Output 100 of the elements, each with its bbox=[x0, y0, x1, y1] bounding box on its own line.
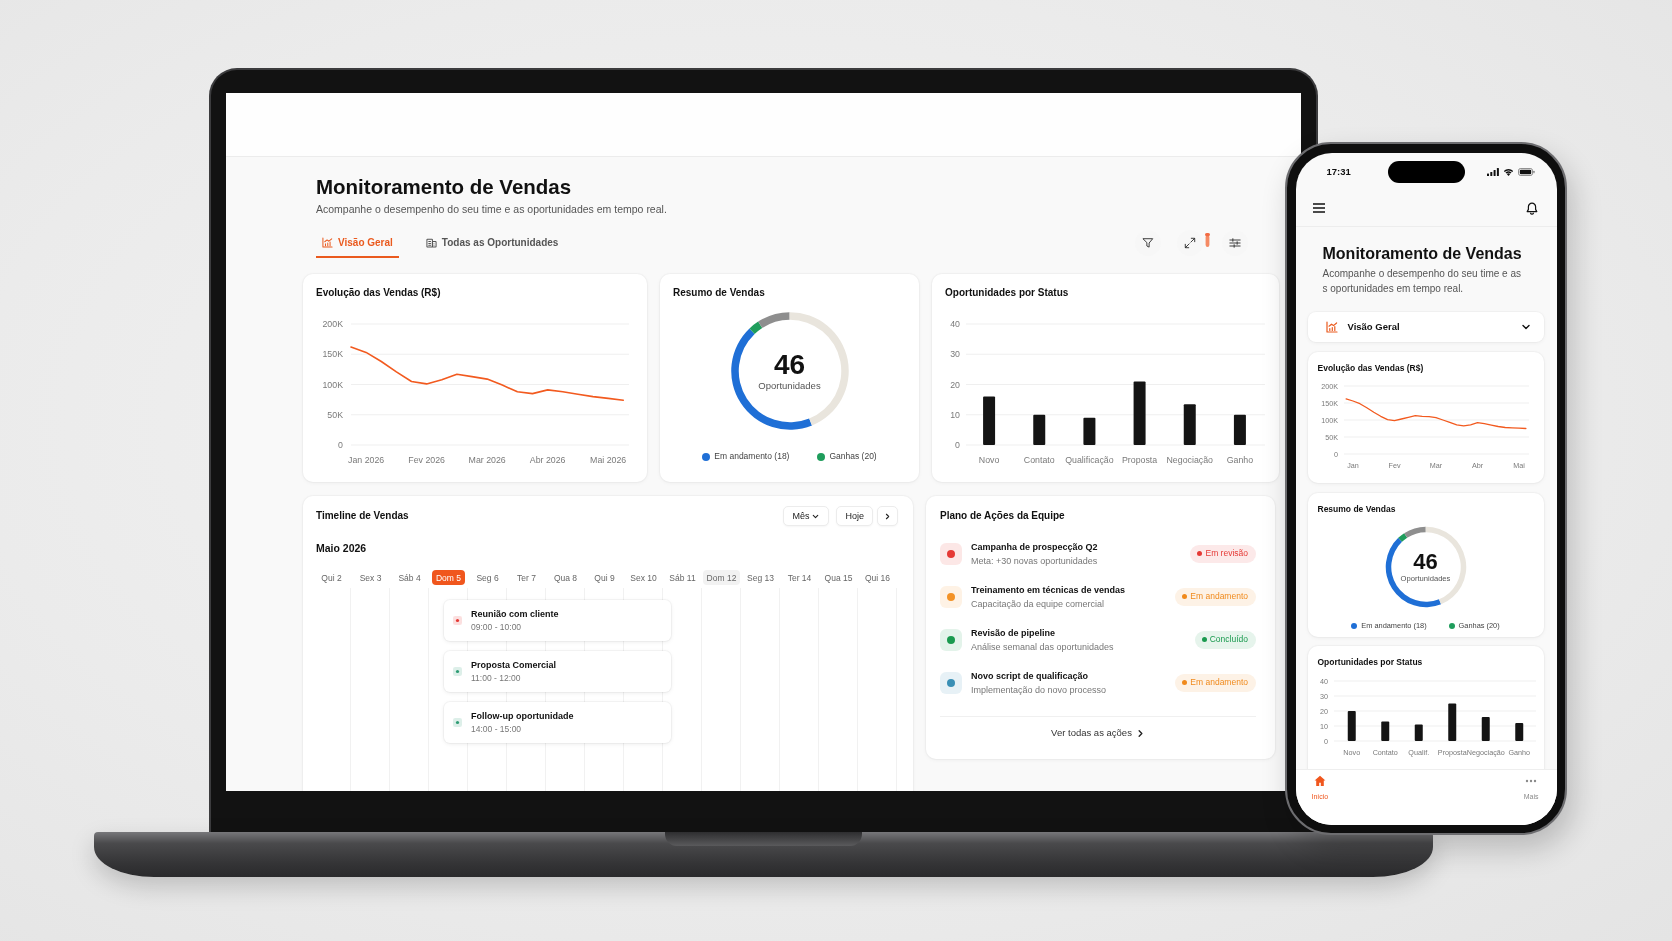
bar bbox=[1183, 404, 1196, 445]
axis-label: Mai 2026 bbox=[590, 455, 627, 465]
day-tab[interactable]: Dom 12 bbox=[702, 570, 741, 585]
day-tab[interactable]: Ter 14 bbox=[783, 570, 816, 585]
day-tab[interactable]: Qui 16 bbox=[860, 570, 894, 585]
event-card[interactable]: Follow-up oportunidade 14:00 - 15:00 bbox=[444, 702, 671, 743]
axis-label: Novo bbox=[978, 455, 1000, 465]
card-title: Evolução das Vendas (R$) bbox=[1316, 362, 1425, 373]
chart-icon bbox=[1325, 320, 1338, 333]
bar bbox=[1347, 710, 1356, 741]
day-tab[interactable]: Sáb 4 bbox=[394, 570, 425, 585]
day-tab[interactable]: Ter 7 bbox=[513, 570, 540, 585]
axis-label: 40 bbox=[950, 319, 960, 329]
bar bbox=[1233, 414, 1246, 445]
card-title: Oportunidades por Status bbox=[945, 287, 1070, 299]
total-value: 46 bbox=[773, 350, 806, 380]
card-title: Timeline de Vendas bbox=[316, 510, 409, 522]
month-label: Maio 2026 bbox=[316, 542, 368, 555]
status-time: 17:31 bbox=[1325, 166, 1352, 177]
action-description: Capacitação da equipe comercial bbox=[971, 597, 1106, 611]
action-title: Treinamento em técnicas de vendas bbox=[971, 583, 1126, 597]
signal-icon bbox=[1486, 167, 1499, 176]
action-description: Meta: +30 novas oportunidades bbox=[971, 554, 1098, 568]
bar bbox=[1514, 722, 1523, 741]
action-title: Campanha de prospecção Q2 bbox=[971, 540, 1098, 554]
bell-icon[interactable] bbox=[1525, 201, 1538, 215]
bar bbox=[1414, 724, 1423, 741]
event-dot-icon bbox=[453, 616, 462, 625]
bar bbox=[1133, 381, 1146, 445]
bar bbox=[1447, 703, 1456, 741]
card-title: Resumo de Vendas bbox=[673, 287, 766, 299]
day-tab[interactable]: Seg 13 bbox=[743, 570, 778, 585]
axis-label: Jan 2026 bbox=[348, 455, 385, 465]
tab[interactable]: Visão Geral bbox=[316, 228, 399, 258]
bar bbox=[1083, 417, 1096, 445]
axis-label: 0 bbox=[338, 440, 343, 450]
home-icon bbox=[1313, 774, 1326, 787]
event-card[interactable]: Reunião com cliente 09:00 - 10:00 bbox=[444, 600, 671, 641]
legend-label: Em andamento (18) bbox=[714, 451, 790, 462]
legend-label: Ganhas (20) bbox=[829, 451, 877, 462]
battery-icon bbox=[1517, 167, 1535, 176]
day-tab[interactable]: Qua 15 bbox=[820, 570, 857, 585]
day-tab[interactable]: Dom 5 bbox=[431, 570, 465, 585]
event-title: Follow-up oportunidade bbox=[471, 709, 574, 723]
day-tab[interactable]: Qua 8 bbox=[549, 570, 582, 585]
card-title: Evolução das Vendas (R$) bbox=[316, 287, 442, 299]
status-text: Em andamento bbox=[1190, 677, 1248, 688]
axis-label: Negociação bbox=[1166, 455, 1213, 465]
axis-label: 20 bbox=[950, 379, 960, 390]
bar bbox=[1481, 716, 1490, 741]
page-title: Monitoramento de Vendas bbox=[316, 174, 573, 199]
card-title: Plano de Ações da Equipe bbox=[940, 510, 1066, 522]
bar bbox=[1033, 414, 1046, 445]
axis-label: Proposta bbox=[1121, 455, 1158, 465]
view-select[interactable]: Visão Geral bbox=[1307, 311, 1544, 342]
event-card[interactable]: Proposta Comercial 11:00 - 12:00 bbox=[444, 651, 671, 692]
chevron-right-icon bbox=[883, 511, 892, 521]
page-title: Monitoramento de Vendas bbox=[1322, 243, 1523, 263]
axis-label: 100K bbox=[322, 379, 343, 390]
day-tab[interactable]: Qui 2 bbox=[317, 570, 346, 585]
event-time: 09:00 - 10:00 bbox=[471, 620, 523, 634]
filter-icon bbox=[1142, 237, 1154, 249]
axis-label: Contato bbox=[1023, 455, 1055, 465]
sliders-icon bbox=[1229, 237, 1241, 249]
building-icon bbox=[425, 236, 437, 248]
action-title: Revisão de pipeline bbox=[971, 626, 1057, 640]
axis-label: Fev 2026 bbox=[408, 455, 445, 465]
axis-label: 30 bbox=[950, 349, 960, 360]
action-description: Análise semanal das oportunidades bbox=[971, 640, 1114, 654]
page-subtitle: Acompanhe o desempenho do seu time e as s oportunidades em tempo real. bbox=[1322, 266, 1522, 296]
menu-icon[interactable] bbox=[1312, 203, 1325, 213]
axis-label: 150K bbox=[322, 349, 343, 360]
today-button[interactable]: Hoje bbox=[836, 506, 873, 526]
marker-icon bbox=[1205, 233, 1210, 247]
chart-icon bbox=[322, 236, 333, 248]
axis-label: 200K bbox=[322, 319, 343, 329]
axis-label: 50K bbox=[327, 409, 343, 420]
total-value: 46 bbox=[1413, 549, 1438, 574]
day-tab[interactable]: Sex 10 bbox=[626, 570, 661, 585]
event-time: 14:00 - 15:00 bbox=[471, 722, 523, 736]
day-tab[interactable]: Qui 9 bbox=[590, 570, 619, 585]
expand-icon bbox=[1184, 237, 1196, 249]
status-text: Concluído bbox=[1209, 634, 1248, 645]
day-tab[interactable]: Seg 6 bbox=[472, 570, 503, 585]
event-dot-icon bbox=[453, 718, 462, 727]
event-title: Reunião com cliente bbox=[471, 607, 559, 621]
card-title: Resumo de Vendas bbox=[1316, 503, 1397, 514]
view-select[interactable]: Mês bbox=[783, 506, 830, 526]
tab[interactable]: Todas as Oportunidades bbox=[419, 228, 565, 258]
axis-label: Abr 2026 bbox=[529, 455, 566, 465]
axis-label: 0 bbox=[955, 440, 960, 450]
bar bbox=[1380, 721, 1389, 741]
status-text: Em andamento bbox=[1190, 591, 1248, 602]
event-time: 11:00 - 12:00 bbox=[471, 671, 522, 685]
day-tab[interactable]: Sáb 11 bbox=[665, 570, 700, 585]
day-tab[interactable]: Sex 3 bbox=[355, 570, 386, 585]
axis-label: Qualificação bbox=[1065, 455, 1114, 465]
action-title: Novo script de qualificação bbox=[971, 669, 1090, 683]
bar bbox=[983, 396, 996, 445]
view-all-link[interactable]: Ver todas as ações bbox=[1051, 727, 1145, 739]
